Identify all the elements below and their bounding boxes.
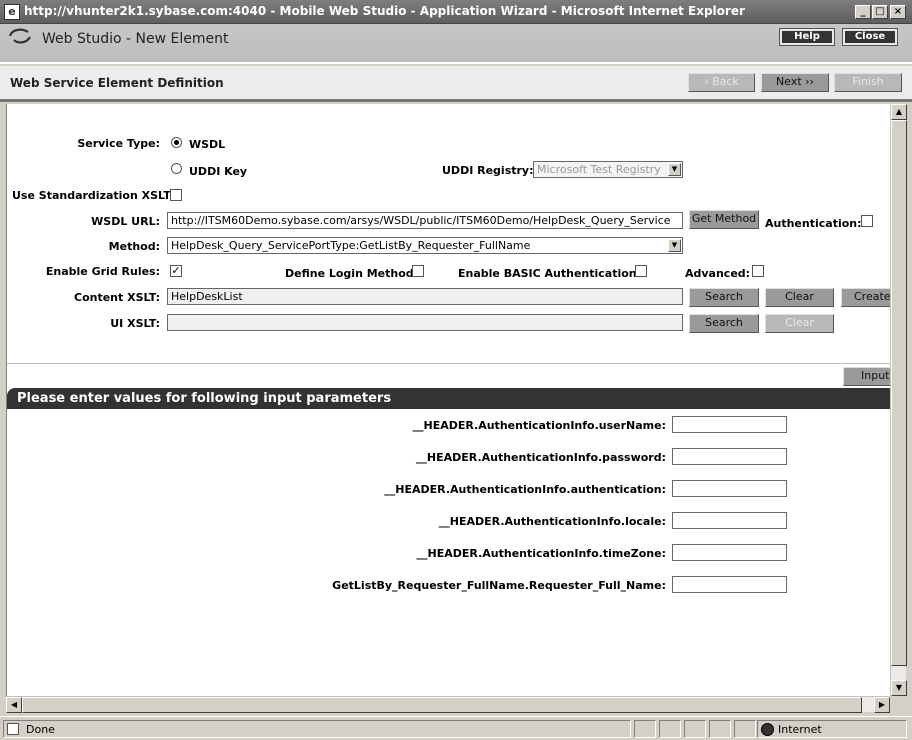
form-divider	[7, 363, 890, 364]
uddi-registry-label: UDDI Registry:	[442, 164, 534, 177]
chevron-down-icon: ▼	[668, 163, 681, 176]
app-title: Web Studio - New Element	[42, 31, 229, 47]
advanced-label: Advanced:	[685, 267, 751, 280]
window-close-button[interactable]: ×	[890, 5, 906, 19]
ui-xslt-input[interactable]	[167, 314, 683, 331]
content-xslt-input[interactable]: HelpDeskList	[167, 288, 683, 305]
status-text-panel: Done	[3, 720, 631, 738]
status-text: Done	[26, 723, 55, 736]
authentication-label: Authentication:	[765, 217, 862, 230]
section-header: Web Service Element Definition ‹ Back Ne…	[0, 66, 912, 102]
content-xslt-clear-button[interactable]: Clear	[765, 288, 834, 307]
uddi-registry-select[interactable]: Microsoft Test Registry ▼	[533, 161, 683, 178]
param-label: __HEADER.AuthenticationInfo.locale:	[438, 515, 666, 528]
param-password-input[interactable]	[672, 448, 787, 465]
use-std-xslt-label: Use Standardization XSLT:	[12, 189, 175, 202]
input-params-header: Please enter values for following input …	[7, 388, 890, 409]
status-panel	[709, 720, 731, 738]
scroll-left-icon[interactable]: ◀	[6, 697, 22, 713]
wsdl-url-input[interactable]: http://ITSM60Demo.sybase.com/arsys/WSDL/…	[167, 212, 683, 229]
maximize-button[interactable]: □	[872, 5, 888, 19]
service-type-label: Service Type:	[77, 137, 160, 150]
ie-page-icon: e	[4, 4, 20, 20]
param-authentication-input[interactable]	[672, 480, 787, 497]
create-button[interactable]: Create	[841, 288, 890, 307]
input-button[interactable]: Input	[843, 367, 890, 386]
uddi-registry-value: Microsoft Test Registry	[537, 163, 661, 176]
define-login-checkbox[interactable]	[412, 265, 424, 277]
globe-icon	[761, 723, 774, 736]
define-login-label: Define Login Method:	[285, 267, 419, 280]
close-button[interactable]: Close	[842, 28, 898, 46]
param-username-input[interactable]	[672, 416, 787, 433]
param-timezone-input[interactable]	[672, 544, 787, 561]
horizontal-scrollbar[interactable]: ◀ ▶	[6, 696, 890, 713]
enable-basic-label: Enable BASIC Authentication:	[458, 267, 642, 280]
zone-text: Internet	[778, 723, 822, 736]
param-requester-full-name-input[interactable]	[672, 576, 787, 593]
get-method-button[interactable]: Get Method	[689, 210, 759, 229]
help-button[interactable]: Help	[779, 28, 835, 46]
back-button[interactable]: ‹ Back	[688, 73, 755, 92]
ui-xslt-label: UI XSLT:	[110, 317, 160, 330]
window-titlebar: e http://vhunter2k1.sybase.com:4040 - Mo…	[0, 0, 912, 24]
ui-xslt-clear-button[interactable]: Clear	[765, 314, 834, 333]
param-label: __HEADER.AuthenticationInfo.authenticati…	[384, 483, 666, 496]
use-std-xslt-checkbox[interactable]	[170, 189, 182, 201]
param-label: __HEADER.AuthenticationInfo.password:	[415, 451, 666, 464]
wsdl-radio-label: WSDL	[189, 138, 226, 151]
horizontal-scroll-thumb[interactable]	[22, 697, 862, 713]
advanced-checkbox[interactable]	[752, 265, 764, 277]
status-bar: Done Internet	[0, 716, 912, 740]
param-locale-input[interactable]	[672, 512, 787, 529]
enable-grid-label: Enable Grid Rules:	[45, 265, 160, 278]
wsdl-url-label: WSDL URL:	[91, 215, 160, 228]
vertical-scrollbar[interactable]: ▲ ▼	[890, 104, 907, 696]
status-panel	[684, 720, 706, 738]
window-title: http://vhunter2k1.sybase.com:4040 - Mobi…	[24, 4, 745, 18]
security-zone-panel: Internet	[757, 720, 907, 738]
param-label: __HEADER.AuthenticationInfo.timeZone:	[416, 547, 666, 560]
param-label: __HEADER.AuthenticationInfo.userName:	[412, 419, 666, 432]
status-panel	[659, 720, 681, 738]
enable-grid-checkbox[interactable]: ✓	[170, 265, 182, 277]
scroll-up-icon[interactable]: ▲	[891, 104, 907, 120]
web-studio-logo-icon	[8, 28, 31, 44]
content-xslt-label: Content XSLT:	[74, 291, 160, 304]
chevron-down-icon: ▼	[668, 239, 681, 252]
scroll-down-icon[interactable]: ▼	[891, 680, 907, 696]
ui-xslt-search-button[interactable]: Search	[689, 314, 759, 333]
uddi-key-radio-label: UDDI Key	[189, 165, 248, 178]
authentication-checkbox[interactable]	[861, 215, 873, 227]
method-select[interactable]: HelpDesk_Query_ServicePortType:GetListBy…	[167, 237, 683, 254]
enable-basic-checkbox[interactable]	[635, 265, 647, 277]
param-label: GetListBy_Requester_FullName.Requester_F…	[332, 579, 666, 592]
next-button[interactable]: Next ››	[761, 73, 829, 92]
status-panel	[634, 720, 656, 738]
method-value: HelpDesk_Query_ServicePortType:GetListBy…	[171, 239, 531, 252]
page-icon	[7, 723, 19, 735]
content-xslt-search-button[interactable]: Search	[689, 288, 759, 307]
wsdl-radio[interactable]	[171, 137, 182, 148]
finish-button[interactable]: Finish	[834, 73, 902, 92]
minimize-button[interactable]: _	[855, 5, 871, 19]
vertical-scroll-thumb[interactable]	[891, 120, 907, 666]
status-panel	[734, 720, 756, 738]
scroll-right-icon[interactable]: ▶	[874, 697, 890, 713]
uddi-key-radio[interactable]	[171, 163, 182, 174]
method-label: Method:	[108, 240, 160, 253]
app-header: Web Studio - New Element Help Close	[0, 24, 912, 64]
section-title: Web Service Element Definition	[10, 76, 224, 90]
wizard-content: Service Type: WSDL UDDI Key UDDI Registr…	[6, 104, 890, 696]
